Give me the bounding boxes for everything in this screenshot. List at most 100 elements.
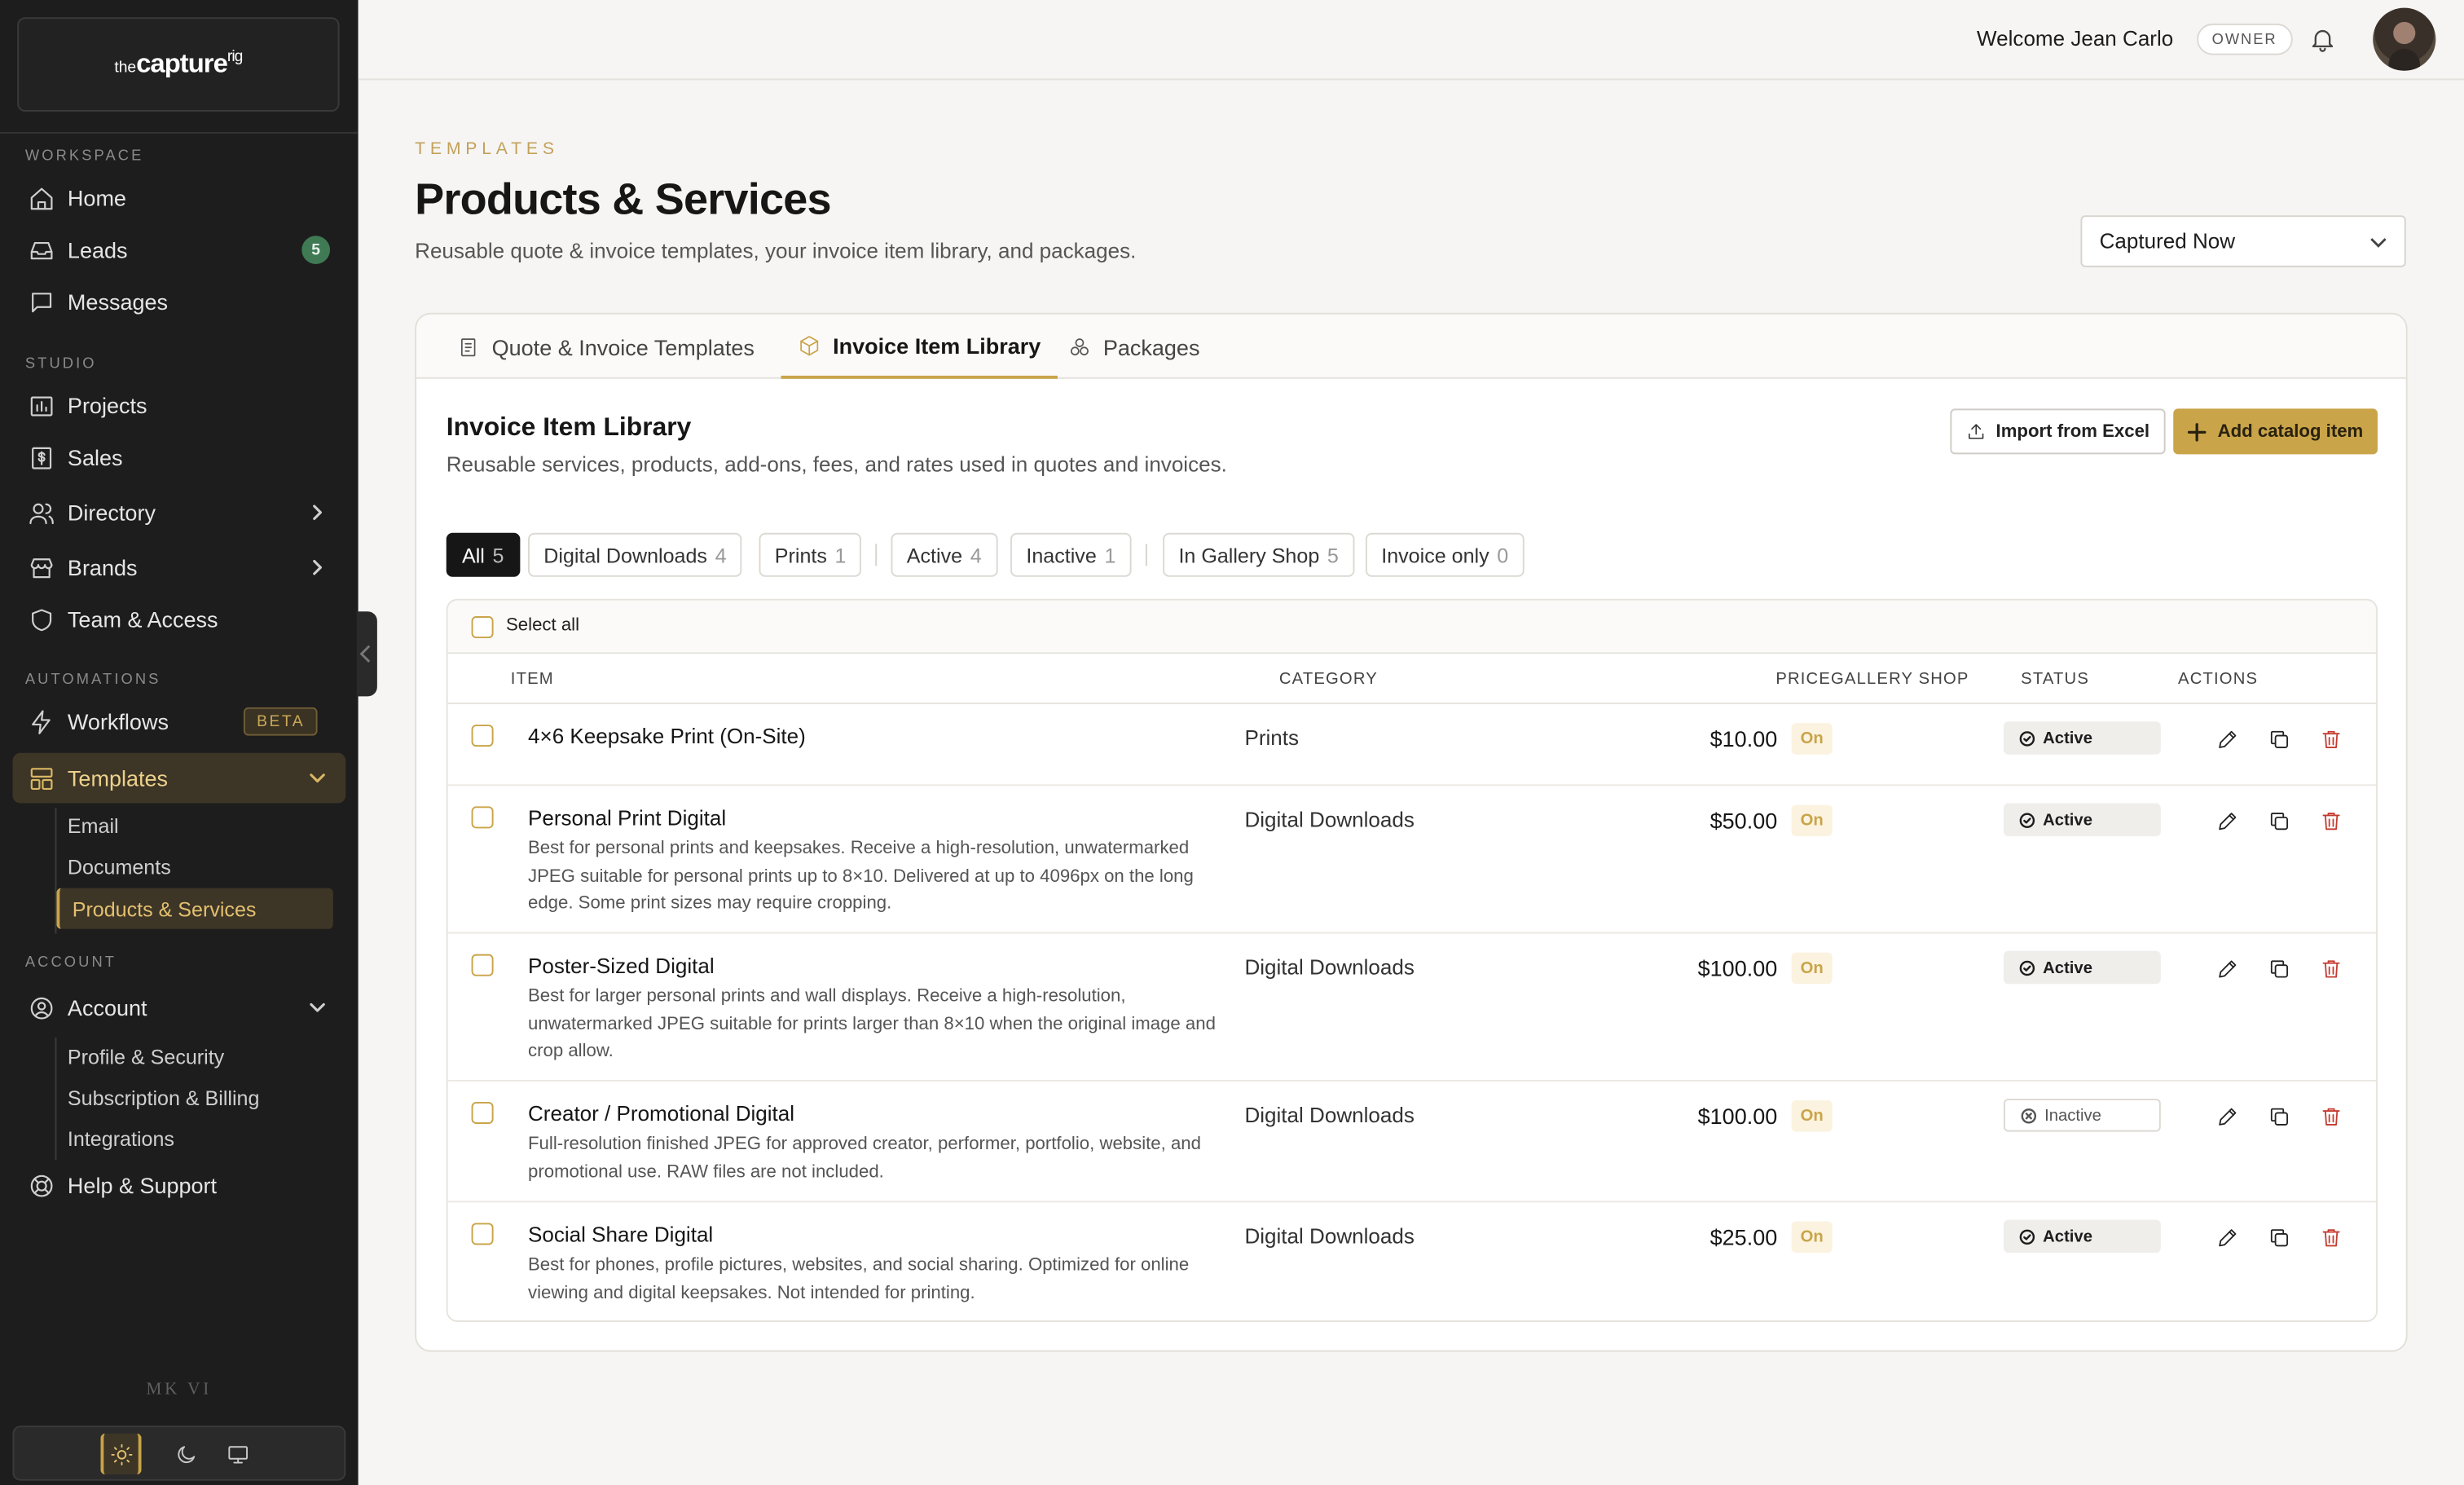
status-badge[interactable]: Active	[2003, 950, 2161, 985]
edit-button[interactable]	[2215, 1226, 2241, 1251]
check-circle-icon	[2019, 1228, 2035, 1245]
inbox-icon	[30, 240, 53, 259]
pencil-icon	[2219, 960, 2237, 978]
shield-icon	[32, 608, 52, 631]
delete-button[interactable]	[2320, 728, 2345, 753]
status-badge[interactable]: Active	[2003, 803, 2161, 837]
projects-icon	[30, 395, 53, 416]
filter-chip-prints[interactable]: Prints 1	[759, 532, 862, 577]
status-badge[interactable]: Inactive	[2003, 1099, 2161, 1132]
table-row: Personal Print Digital Best for personal…	[447, 786, 2377, 934]
sidebar-item-messages[interactable]: Messages	[12, 278, 345, 325]
gallery-shop-badge[interactable]: On	[1791, 952, 1833, 985]
tab-packages[interactable]: Packages	[1068, 315, 1199, 379]
x-circle-icon	[2021, 1108, 2037, 1123]
duplicate-button[interactable]	[2268, 728, 2293, 753]
dark-theme-button[interactable]	[165, 1434, 206, 1474]
row-checkbox[interactable]	[471, 1101, 494, 1124]
sidebar-subitem-integrations[interactable]: Integrations	[68, 1127, 174, 1151]
sidebar-item-home[interactable]: Home	[12, 174, 345, 222]
delete-button[interactable]	[2320, 809, 2345, 835]
sidebar-item-templates[interactable]: Templates	[12, 752, 346, 804]
copy-icon	[2270, 730, 2288, 748]
chevron-down-icon	[310, 773, 325, 783]
delete-button[interactable]	[2320, 958, 2345, 983]
item-category: Digital Downloads	[1244, 1224, 1415, 1249]
row-checkbox[interactable]	[471, 725, 494, 747]
edit-button[interactable]	[2215, 809, 2241, 835]
trash-icon	[2322, 813, 2340, 831]
sidebar-subitem-profile-security[interactable]: Profile & Security	[68, 1046, 224, 1069]
filter-chip-in-gallery-shop[interactable]: In Gallery Shop 5	[1163, 532, 1355, 577]
sidebar-subitem-products-services[interactable]: Products & Services	[56, 888, 333, 929]
sidebar-collapse-handle[interactable]	[356, 611, 377, 697]
sidebar-subitem-subscription-billing[interactable]: Subscription & Billing	[68, 1086, 260, 1110]
check-circle-icon	[2019, 959, 2035, 976]
bell-icon	[2312, 29, 2334, 52]
row-checkbox[interactable]	[471, 1223, 494, 1245]
sidebar-item-label: Directory	[67, 500, 156, 526]
filter-chip-invoice-only[interactable]: Invoice only 0	[1365, 532, 1525, 577]
select-all-checkbox[interactable]	[471, 616, 494, 639]
trash-icon	[2322, 1108, 2340, 1126]
role-badge: OWNER	[2196, 23, 2293, 55]
select-all-label: Select all	[506, 616, 580, 636]
sidebar-item-help-support[interactable]: Help & Support	[12, 1161, 345, 1209]
filter-chip-inactive[interactable]: Inactive 1	[1010, 532, 1132, 577]
import-from-excel-button[interactable]: Import from Excel	[1950, 408, 2166, 455]
edit-button[interactable]	[2215, 958, 2241, 983]
gallery-shop-badge[interactable]: On	[1791, 1221, 1833, 1254]
user-avatar[interactable]	[2373, 7, 2436, 71]
sidebar-item-leads[interactable]: Leads 5	[12, 227, 345, 274]
duplicate-button[interactable]	[2268, 1226, 2293, 1251]
brand-select[interactable]: Captured Now	[2080, 215, 2406, 267]
tab-quote-invoice-templates[interactable]: Quote & Invoice Templates	[457, 315, 755, 379]
add-catalog-item-button[interactable]: Add catalog item	[2173, 408, 2378, 455]
upload-icon	[1969, 424, 1984, 439]
sidebar-item-projects[interactable]: Projects	[12, 382, 345, 430]
sidebar-item-label: Workflows	[67, 708, 169, 734]
light-theme-button[interactable]	[100, 1433, 142, 1475]
sidebar-item-label: Home	[67, 185, 126, 211]
button-label: Add catalog item	[2217, 421, 2364, 441]
gallery-shop-badge[interactable]: On	[1791, 1100, 1833, 1132]
item-description: Full-resolution finished JPEG for approv…	[528, 1135, 1201, 1182]
chevron-down-icon	[2370, 238, 2387, 248]
sidebar-item-label: Templates	[67, 765, 168, 791]
sidebar-item-team-access[interactable]: Team & Access	[12, 596, 345, 643]
row-checkbox[interactable]	[471, 954, 494, 976]
notifications-button[interactable]	[2308, 25, 2340, 57]
copy-icon	[2270, 1229, 2288, 1247]
duplicate-button[interactable]	[2268, 809, 2293, 835]
status-badge[interactable]: Active	[2003, 721, 2161, 755]
status-badge[interactable]: Active	[2003, 1219, 2161, 1254]
edit-button[interactable]	[2215, 1105, 2241, 1130]
item-category: Digital Downloads	[1244, 1103, 1415, 1127]
sidebar-item-brands[interactable]: Brands	[12, 544, 345, 591]
filter-chip-all[interactable]: All 5	[446, 532, 520, 577]
tab-invoice-item-library[interactable]: Invoice Item Library	[781, 315, 1058, 379]
sidebar-item-account[interactable]: Account	[12, 984, 345, 1031]
duplicate-button[interactable]	[2268, 1105, 2293, 1130]
main-content: Welcome Jean Carlo OWNER TEMPLATES Produ…	[358, 0, 2464, 1485]
edit-button[interactable]	[2215, 728, 2241, 753]
sidebar-subitem-email[interactable]: Email	[68, 814, 119, 838]
brand-logo[interactable]: thecapturerig	[17, 17, 340, 112]
delete-button[interactable]	[2320, 1105, 2345, 1130]
sidebar-item-sales[interactable]: Sales	[12, 434, 345, 481]
gallery-shop-badge[interactable]: On	[1791, 804, 1833, 837]
sidebar-item-workflows[interactable]: Workflows BETA	[12, 698, 345, 745]
row-checkbox[interactable]	[471, 806, 494, 829]
item-name: Social Share Digital	[528, 1223, 714, 1247]
item-description: Best for larger personal prints and wall…	[528, 987, 1216, 1061]
column-header-status: STATUS	[2021, 669, 2090, 689]
duplicate-button[interactable]	[2268, 958, 2293, 983]
filter-chip-active[interactable]: Active 4	[891, 532, 997, 577]
sidebar-subitem-documents[interactable]: Documents	[68, 855, 171, 879]
gallery-shop-badge[interactable]: On	[1791, 723, 1833, 755]
sidebar-item-directory[interactable]: Directory	[12, 489, 345, 536]
packages-icon	[1070, 337, 1089, 355]
system-theme-button[interactable]	[217, 1434, 257, 1474]
delete-button[interactable]	[2320, 1226, 2345, 1251]
filter-chip-digital-downloads[interactable]: Digital Downloads 4	[528, 532, 742, 577]
